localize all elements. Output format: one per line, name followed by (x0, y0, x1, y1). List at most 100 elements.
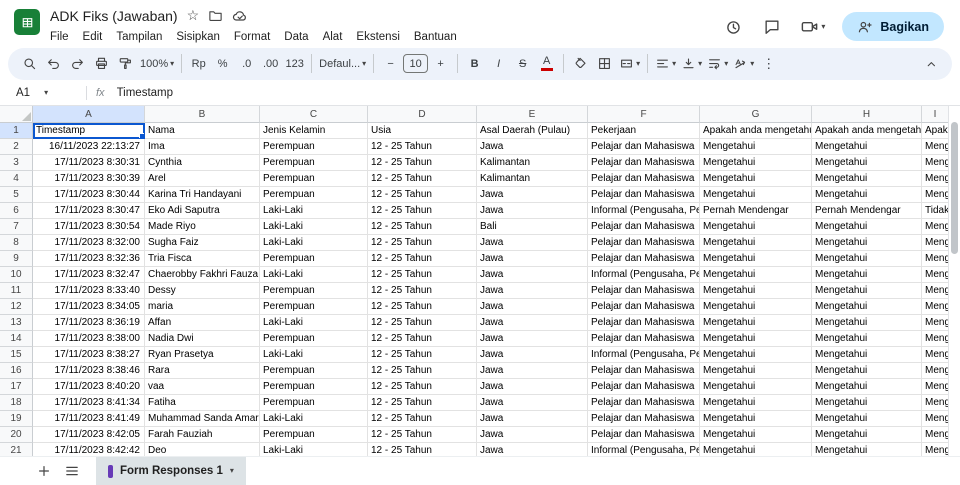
sheets-logo[interactable] (14, 9, 40, 35)
cell-E3[interactable]: Kalimantan (477, 155, 588, 171)
cell-F14[interactable]: Pelajar dan Mahasiswa (588, 331, 700, 347)
cell-D17[interactable]: 12 - 25 Tahun (368, 379, 477, 395)
cell-C7[interactable]: Laki-Laki (260, 219, 368, 235)
row-header-16[interactable]: 16 (0, 363, 33, 379)
cell-B10[interactable]: Chaerobby Fakhri Fauza (145, 267, 260, 283)
cell-C3[interactable]: Perempuan (260, 155, 368, 171)
cell-E14[interactable]: Jawa (477, 331, 588, 347)
comments-icon[interactable] (761, 16, 783, 38)
menu-item-bantuan[interactable]: Bantuan (407, 29, 464, 45)
add-sheet-button[interactable] (30, 457, 58, 485)
menu-item-data[interactable]: Data (277, 29, 315, 45)
cell-A14[interactable]: 17/11/2023 8:38:00 (33, 331, 145, 347)
cell-F4[interactable]: Pelajar dan Mahasiswa (588, 171, 700, 187)
cell-C15[interactable]: Laki-Laki (260, 347, 368, 363)
cell-F1[interactable]: Pekerjaan (588, 123, 700, 139)
cell-G14[interactable]: Mengetahui (700, 331, 812, 347)
cell-I17[interactable]: Mengetahui (922, 379, 949, 395)
cell-F19[interactable]: Pelajar dan Mahasiswa (588, 411, 700, 427)
cell-G17[interactable]: Mengetahui (700, 379, 812, 395)
increase-decimal-button[interactable]: .00 (259, 52, 282, 76)
cell-G21[interactable]: Mengetahui (700, 443, 812, 456)
cell-C20[interactable]: Perempuan (260, 427, 368, 443)
cell-H3[interactable]: Mengetahui (812, 155, 922, 171)
cell-C14[interactable]: Perempuan (260, 331, 368, 347)
cell-E4[interactable]: Kalimantan (477, 171, 588, 187)
horizontal-align-button[interactable]: ▾ (653, 52, 678, 76)
cell-E18[interactable]: Jawa (477, 395, 588, 411)
cell-F10[interactable]: Informal (Pengusaha, Pe (588, 267, 700, 283)
move-folder-icon[interactable] (208, 8, 223, 23)
cell-B15[interactable]: Ryan Prasetya (145, 347, 260, 363)
cell-I16[interactable]: Mengetahui (922, 363, 949, 379)
select-all-corner[interactable] (0, 106, 33, 123)
menu-item-edit[interactable]: Edit (76, 29, 110, 45)
cell-B7[interactable]: Made Riyo (145, 219, 260, 235)
cell-F20[interactable]: Pelajar dan Mahasiswa (588, 427, 700, 443)
cell-H11[interactable]: Mengetahui (812, 283, 922, 299)
cell-A8[interactable]: 17/11/2023 8:32:00 (33, 235, 145, 251)
cell-F3[interactable]: Pelajar dan Mahasiswa (588, 155, 700, 171)
menu-item-tampilan[interactable]: Tampilan (109, 29, 169, 45)
cell-H21[interactable]: Mengetahui (812, 443, 922, 456)
menu-item-alat[interactable]: Alat (316, 29, 350, 45)
cell-B2[interactable]: Ima (145, 139, 260, 155)
cell-B18[interactable]: Fatiha (145, 395, 260, 411)
cell-H19[interactable]: Mengetahui (812, 411, 922, 427)
cell-H17[interactable]: Mengetahui (812, 379, 922, 395)
cell-I8[interactable]: Mengetahui (922, 235, 949, 251)
cell-C19[interactable]: Laki-Laki (260, 411, 368, 427)
text-color-button[interactable]: A (535, 52, 558, 76)
font-family-select[interactable]: Defaul... ▾ (317, 52, 368, 76)
cell-C12[interactable]: Perempuan (260, 299, 368, 315)
decrease-font-size-button[interactable]: − (379, 52, 402, 76)
cell-G13[interactable]: Mengetahui (700, 315, 812, 331)
cell-D2[interactable]: 12 - 25 Tahun (368, 139, 477, 155)
search-icon[interactable] (18, 52, 41, 76)
column-header-a[interactable]: A (33, 106, 145, 123)
cell-G2[interactable]: Mengetahui (700, 139, 812, 155)
cell-E13[interactable]: Jawa (477, 315, 588, 331)
cell-C16[interactable]: Perempuan (260, 363, 368, 379)
row-header-18[interactable]: 18 (0, 395, 33, 411)
cell-F16[interactable]: Pelajar dan Mahasiswa (588, 363, 700, 379)
cell-C11[interactable]: Perempuan (260, 283, 368, 299)
cell-F21[interactable]: Informal (Pengusaha, Pe (588, 443, 700, 456)
cell-H16[interactable]: Mengetahui (812, 363, 922, 379)
cell-D4[interactable]: 12 - 25 Tahun (368, 171, 477, 187)
cell-B8[interactable]: Sugha Faiz (145, 235, 260, 251)
column-header-i[interactable]: I (922, 106, 949, 123)
version-history-icon[interactable] (722, 16, 744, 38)
row-header-6[interactable]: 6 (0, 203, 33, 219)
cell-H10[interactable]: Mengetahui (812, 267, 922, 283)
cell-E16[interactable]: Jawa (477, 363, 588, 379)
number-format-button[interactable]: 123 (283, 52, 306, 76)
cell-E1[interactable]: Asal Daerah (Pulau) (477, 123, 588, 139)
cell-E21[interactable]: Jawa (477, 443, 588, 456)
cell-I7[interactable]: Mengetahui (922, 219, 949, 235)
cell-I10[interactable]: Mengetahui (922, 267, 949, 283)
cell-I14[interactable]: Mengetahui (922, 331, 949, 347)
cell-I18[interactable]: Mengetahui (922, 395, 949, 411)
document-title[interactable]: ADK Fiks (Jawaban) (50, 8, 178, 24)
formula-input[interactable]: Timestamp (117, 87, 960, 99)
cell-E8[interactable]: Jawa (477, 235, 588, 251)
cell-D10[interactable]: 12 - 25 Tahun (368, 267, 477, 283)
row-header-12[interactable]: 12 (0, 299, 33, 315)
text-wrap-button[interactable]: ▾ (705, 52, 730, 76)
cell-D21[interactable]: 12 - 25 Tahun (368, 443, 477, 456)
cell-I21[interactable]: Mengetahui (922, 443, 949, 456)
cell-D20[interactable]: 12 - 25 Tahun (368, 427, 477, 443)
cell-G19[interactable]: Mengetahui (700, 411, 812, 427)
cell-A3[interactable]: 17/11/2023 8:30:31 (33, 155, 145, 171)
meet-icon[interactable]: ▾ (800, 17, 825, 36)
cell-B21[interactable]: Deo (145, 443, 260, 456)
print-button[interactable] (90, 52, 113, 76)
cell-H12[interactable]: Mengetahui (812, 299, 922, 315)
italic-button[interactable]: I (487, 52, 510, 76)
row-header-21[interactable]: 21 (0, 443, 33, 456)
cell-H1[interactable]: Apakah anda mengetahu (812, 123, 922, 139)
row-header-4[interactable]: 4 (0, 171, 33, 187)
cell-D18[interactable]: 12 - 25 Tahun (368, 395, 477, 411)
more-toolbar-button[interactable]: ⋮ (757, 52, 780, 76)
